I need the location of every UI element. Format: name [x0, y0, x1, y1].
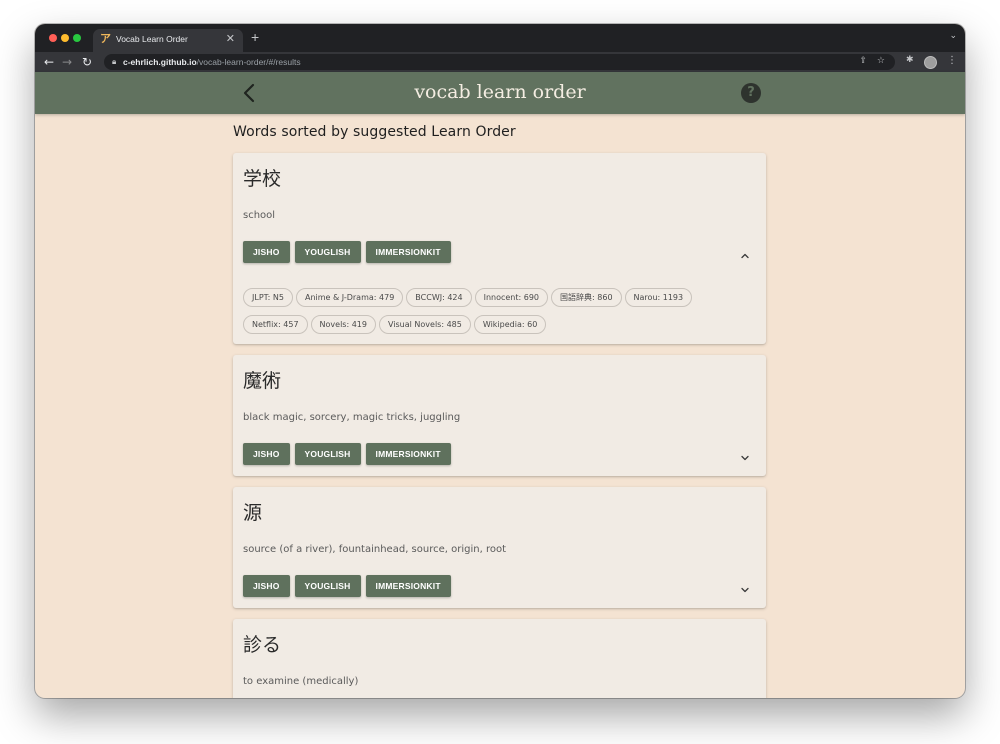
- profile-avatar[interactable]: [924, 56, 937, 69]
- minimize-window-button[interactable]: [61, 34, 69, 42]
- word-card: 学校 school JISHO YOUGLISH IMMERSIONKIT JLPT…: [233, 153, 766, 344]
- word-card: 魔術 black magic, sorcery, magic tricks, j…: [233, 355, 766, 476]
- word-meaning: black magic, sorcery, magic tricks, jugg…: [243, 412, 461, 423]
- new-tab-icon[interactable]: +: [251, 29, 259, 45]
- word-text: 診る: [243, 634, 282, 656]
- stat-chip: Anime & J-Drama: 479: [295, 288, 404, 307]
- immersionkit-button[interactable]: IMMERSIONKIT: [365, 241, 451, 263]
- stat-chip: 国語辞典: 860: [551, 288, 622, 307]
- browser-back-icon[interactable]: ←: [44, 54, 54, 70]
- extensions-icon[interactable]: ✱: [906, 55, 914, 65]
- stat-chip: JLPT: N5: [243, 288, 293, 307]
- chevron-down-icon: [741, 455, 749, 461]
- browser-menu-icon[interactable]: ⋮: [947, 55, 957, 66]
- results-page: Words sorted by suggested Learn Order 学校…: [35, 114, 965, 698]
- close-window-button[interactable]: [49, 34, 57, 42]
- jisho-button[interactable]: JISHO: [243, 241, 290, 263]
- lookup-buttons: JISHO YOUGLISH IMMERSIONKIT: [243, 443, 456, 465]
- stat-chip: Innocent: 690: [474, 288, 549, 307]
- chevron-up-icon: [741, 253, 749, 259]
- word-meaning: school: [243, 210, 276, 221]
- youglish-button[interactable]: YOUGLISH: [294, 575, 361, 597]
- immersionkit-button[interactable]: IMMERSIONKIT: [365, 575, 451, 597]
- word-text: 魔術: [243, 370, 282, 392]
- share-icon[interactable]: ⇪: [859, 56, 867, 66]
- reload-icon[interactable]: ↻: [82, 54, 92, 70]
- word-text: 源: [243, 502, 263, 524]
- youglish-button[interactable]: YOUGLISH: [294, 241, 361, 263]
- expand-button[interactable]: [740, 448, 750, 461]
- word-card: 診る to examine (medically): [233, 619, 766, 698]
- expand-button[interactable]: [740, 580, 750, 593]
- page-heading: Words sorted by suggested Learn Order: [233, 124, 516, 140]
- app-title: vocab learn order: [414, 81, 586, 103]
- tab-strip: ア Vocab Learn Order ✕ + ⌄: [35, 24, 965, 52]
- stat-chip: BCCWJ: 424: [406, 288, 472, 307]
- tab-search-icon[interactable]: ⌄: [949, 31, 957, 41]
- jisho-button[interactable]: JISHO: [243, 443, 290, 465]
- word-text: 学校: [243, 168, 282, 190]
- bookmark-star-icon[interactable]: ☆: [877, 56, 885, 66]
- browser-window: ア Vocab Learn Order ✕ + ⌄ ← → ↻ 🔒︎ c-ehr…: [35, 24, 965, 698]
- stat-chip: Netflix: 457: [243, 315, 308, 334]
- jisho-button[interactable]: JISHO: [243, 575, 290, 597]
- browser-tab[interactable]: ア Vocab Learn Order ✕: [93, 29, 243, 52]
- address-bar[interactable]: 🔒︎ c-ehrlich.github.io/vocab-learn-order…: [104, 54, 895, 70]
- url-text: c-ehrlich.github.io/vocab-learn-order/#/…: [123, 57, 301, 67]
- stat-chip: Wikipedia: 60: [473, 315, 547, 334]
- tab-close-icon[interactable]: ✕: [226, 32, 235, 45]
- tab-title: Vocab Learn Order: [116, 34, 188, 44]
- lock-icon[interactable]: 🔒︎: [112, 57, 116, 67]
- browser-toolbar: ← → ↻ 🔒︎ c-ehrlich.github.io/vocab-learn…: [35, 52, 965, 72]
- stat-chip: Narou: 1193: [624, 288, 693, 307]
- lookup-buttons: JISHO YOUGLISH IMMERSIONKIT: [243, 575, 456, 597]
- word-meaning: source (of a river), fountainhead, sourc…: [243, 544, 506, 555]
- chevron-down-icon: [741, 587, 749, 593]
- immersionkit-button[interactable]: IMMERSIONKIT: [365, 443, 451, 465]
- word-meaning: to examine (medically): [243, 676, 359, 687]
- frequency-stats: JLPT: N5 Anime & J-Drama: 479 BCCWJ: 424 In…: [243, 285, 758, 339]
- app-header: vocab learn order ?: [35, 72, 965, 114]
- collapse-button[interactable]: [740, 246, 750, 259]
- favicon-icon: ア: [100, 32, 111, 45]
- help-icon[interactable]: ?: [741, 83, 761, 103]
- lookup-buttons: JISHO YOUGLISH IMMERSIONKIT: [243, 241, 456, 263]
- word-card: 源 source (of a river), fountainhead, sou…: [233, 487, 766, 608]
- stat-chip: Novels: 419: [310, 315, 376, 334]
- browser-forward-icon[interactable]: →: [62, 54, 72, 70]
- youglish-button[interactable]: YOUGLISH: [294, 443, 361, 465]
- stat-chip: Visual Novels: 485: [378, 315, 471, 334]
- zoom-window-button[interactable]: [73, 34, 81, 42]
